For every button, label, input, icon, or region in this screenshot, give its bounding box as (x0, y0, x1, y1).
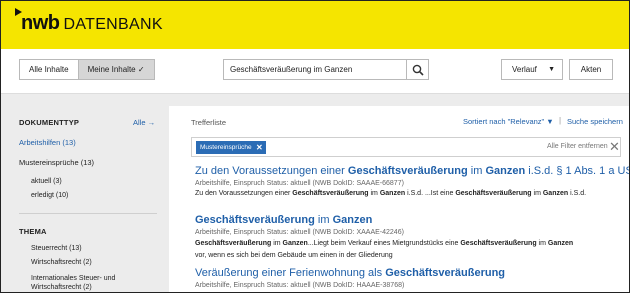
clear-filters-link[interactable]: Alle Filter entfernen (547, 143, 608, 150)
all-content-button[interactable]: Alle Inhalte (20, 60, 78, 79)
clear-filters-icon[interactable]: ✕ (609, 139, 620, 155)
result-title[interactable]: Zu den Voraussetzungen einer Geschäftsve… (195, 165, 629, 177)
result-snippet: Zu den Voraussetzungen einer Geschäftsve… (195, 190, 587, 197)
facet-mustereinsprueche[interactable]: Mustereinsprüche (13) (19, 158, 94, 167)
facet-wirtschaftsrecht[interactable]: Wirtschaftsrecht (2) (31, 258, 92, 267)
magnifier-icon (412, 64, 424, 76)
logo-product: DATENBANK (63, 16, 163, 33)
result-meta: Arbeitshilfe, Einspruch Status: aktuell … (195, 229, 404, 236)
close-icon[interactable]: ✕ (256, 141, 263, 154)
filter-chip-label: Mustereinsprüche (200, 144, 252, 151)
results-heading: Trefferliste (191, 118, 227, 127)
sort-dropdown[interactable]: Sortiert nach "Relevanz" ▼ (463, 117, 554, 126)
save-search-link[interactable]: Suche speichern (567, 117, 623, 126)
search-input[interactable] (223, 59, 407, 80)
app-window: nwb DATENBANK Alle Inhalte Meine Inhalte… (0, 0, 630, 293)
filter-sidebar: DOKUMENTTYP Alle → Arbeitshilfen (13) Mu… (1, 106, 169, 292)
result-meta: Arbeitshilfe, Einspruch Status: aktuell … (195, 282, 405, 289)
result-snippet-line2: vor, wenn es sich bei dem Gebäude um ein… (195, 252, 393, 259)
logo-triangle-icon (15, 8, 22, 16)
facet-internationales-line2[interactable]: Wirtschaftsrecht (2) (31, 283, 92, 292)
facet-steuerrecht[interactable]: Steuerrecht (13) (31, 244, 82, 253)
link-separator: | (559, 116, 562, 125)
search-button[interactable] (407, 59, 429, 80)
topic-heading: THEMA (19, 227, 47, 236)
result-snippet: Geschäftsveräußerung im Ganzen...Liegt b… (195, 240, 574, 247)
toolbar: Alle Inhalte Meine Inhalte ✓ Verlauf ▼ A… (1, 49, 629, 94)
result-meta: Arbeitshilfe, Einspruch Status: aktuell … (195, 180, 404, 187)
separator-strip (1, 94, 629, 106)
doctype-heading: DOKUMENTTYP (19, 118, 80, 127)
files-button[interactable]: Akten (569, 59, 613, 80)
history-dropdown[interactable]: Verlauf ▼ (501, 59, 563, 80)
active-filter-bar: Mustereinsprüche ✕ Alle Filter entfernen… (191, 137, 621, 157)
result-title[interactable]: Veräußerung einer Ferienwohnung als Gesc… (195, 267, 505, 279)
chevron-down-icon: ▼ (548, 66, 555, 73)
facet-aktuell[interactable]: aktuell (3) (31, 177, 62, 186)
doctype-all-link[interactable]: Alle → (133, 118, 155, 127)
filter-chip[interactable]: Mustereinsprüche ✕ (196, 141, 266, 154)
header-bar: nwb DATENBANK (1, 1, 629, 49)
facet-erledigt[interactable]: erledigt (10) (31, 191, 68, 200)
nwb-logo[interactable]: nwb DATENBANK (15, 8, 163, 35)
history-label: Verlauf (512, 65, 537, 74)
results-panel: Trefferliste Sortiert nach "Relevanz" ▼ … (169, 106, 629, 292)
facet-internationales-line1[interactable]: Internationales Steuer- und (31, 274, 115, 283)
logo-brand: nwb (21, 12, 60, 34)
facet-arbeitshilfen[interactable]: Arbeitshilfen (13) (19, 138, 76, 147)
my-content-button[interactable]: Meine Inhalte ✓ (77, 60, 154, 79)
result-title[interactable]: Geschäftsveräußerung im Ganzen (195, 214, 372, 226)
content-scope-toggle: Alle Inhalte Meine Inhalte ✓ (19, 59, 155, 80)
sidebar-divider (19, 213, 157, 214)
